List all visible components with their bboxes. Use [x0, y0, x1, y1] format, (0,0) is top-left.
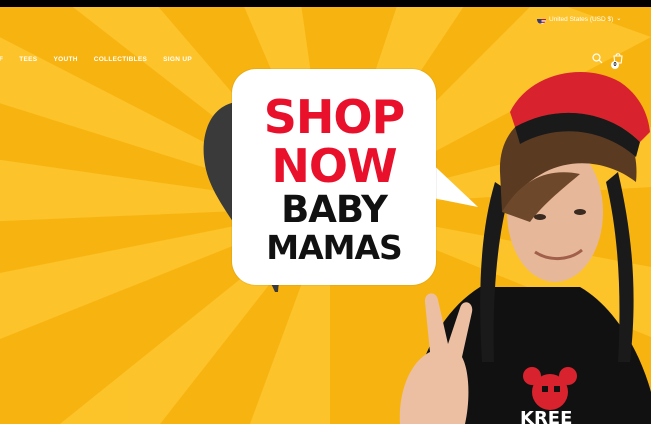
cart-count-badge: 0	[611, 61, 619, 69]
search-icon[interactable]	[592, 53, 603, 64]
svg-text:KREE: KREE	[520, 408, 572, 424]
hero-person-photo: KREE	[399, 72, 651, 424]
top-announcement-bar	[0, 0, 651, 7]
main-nav: KF TEES YOUTH COLLECTIBLES SIGN UP	[0, 53, 192, 65]
nav-item-collectibles[interactable]: COLLECTIBLES	[94, 56, 147, 63]
chevron-down-icon: ⌄	[616, 16, 622, 22]
nav-item-kf[interactable]: KF	[0, 56, 3, 63]
nav-item-tees[interactable]: TEES	[19, 56, 37, 63]
locale-label: United States (USD $)	[549, 15, 614, 23]
us-flag-icon	[537, 15, 546, 24]
locale-selector[interactable]: United States (USD $) ⌄	[537, 13, 621, 25]
nav-item-youth[interactable]: YOUTH	[53, 56, 77, 63]
nav-item-sign-up[interactable]: SIGN UP	[163, 56, 192, 63]
hero-banner[interactable]: SHOP NOW BABY MAMAS KREE	[0, 7, 651, 424]
